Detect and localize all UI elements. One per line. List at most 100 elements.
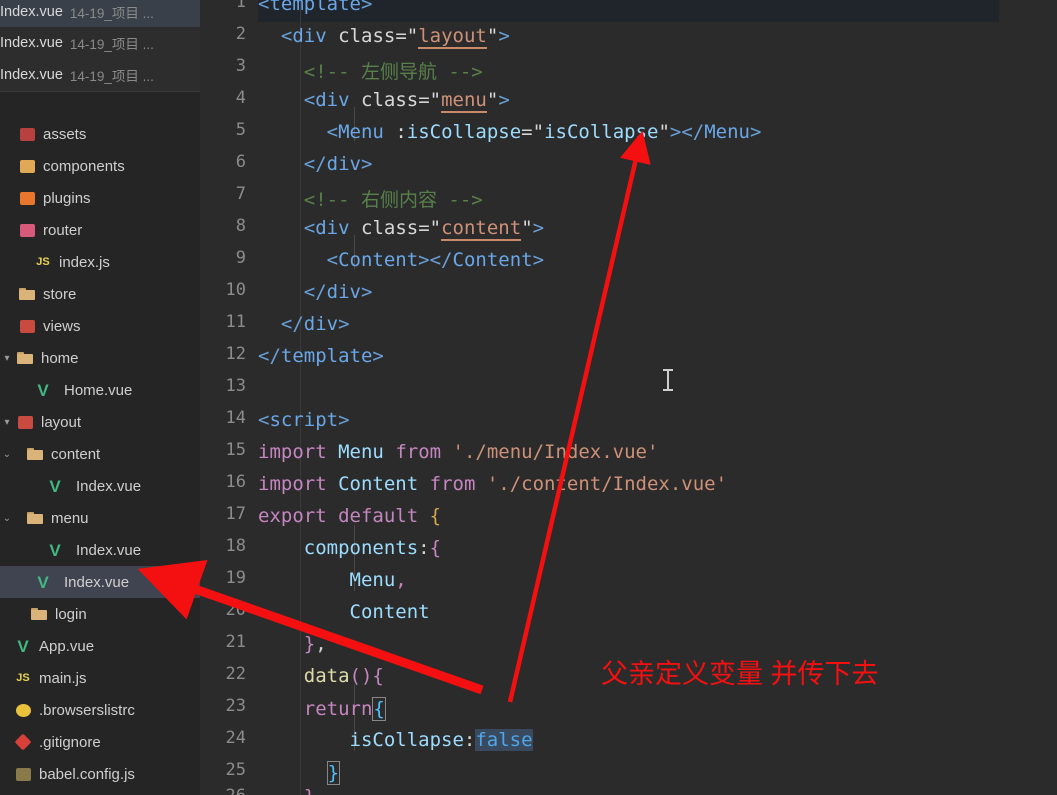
open-tab-path: 14-19_项目 ...: [69, 69, 154, 84]
chevron-down-icon[interactable]: ▾: [0, 353, 14, 364]
tree-item-browserslistrc[interactable]: .browserslistrc: [0, 694, 200, 726]
tree-item-gitignore[interactable]: .gitignore: [0, 726, 200, 758]
tree-item-label: content: [51, 445, 101, 463]
tree-item-app-vue[interactable]: V App.vue: [0, 630, 200, 662]
code-line-8: <div class="content">: [303, 217, 545, 241]
editor-code-area[interactable]: <template> <div class="layout"> <!-- 左侧导…: [258, 0, 1057, 795]
tree-item-label: login: [55, 605, 87, 623]
tree-item-label: store: [43, 285, 77, 303]
tree-item-label: router: [43, 221, 83, 239]
line-number: 16: [225, 472, 246, 492]
line-number: 12: [225, 344, 246, 364]
line-number: 14: [225, 408, 246, 428]
code-line-24: isCollapse:false: [349, 729, 533, 751]
tree-item-store[interactable]: store: [0, 278, 200, 310]
code-line-11: </div>: [280, 313, 350, 335]
tree-item-layout-index-vue[interactable]: V Index.vue: [0, 566, 200, 598]
tree-item-assets[interactable]: assets: [0, 118, 200, 150]
code-line-16: import Content from './content/Index.vue…: [258, 473, 728, 495]
tree-item-home[interactable]: ▾ home: [0, 342, 200, 374]
text-cursor-icon: [663, 369, 673, 391]
tree-item-layout[interactable]: ▾ layout: [0, 406, 200, 438]
line-number: 9: [235, 248, 246, 268]
tree-item-label: .browserslistrc: [39, 701, 135, 719]
tree-item-label: .gitignore: [39, 733, 101, 751]
tree-item-label: Index.vue: [64, 573, 130, 591]
folder-router-icon: [16, 223, 38, 237]
folder-components-icon: [16, 159, 38, 173]
tree-item-home-vue[interactable]: V Home.vue: [0, 374, 200, 406]
code-line-19: Menu,: [349, 569, 407, 591]
chevron-down-icon[interactable]: ⌄: [0, 449, 14, 460]
tree-item-plugins[interactable]: plugins: [0, 182, 200, 214]
line-number: 4: [235, 88, 246, 108]
open-tab-1[interactable]: Index.vue 14-19_项目 ...: [0, 28, 200, 58]
tree-item-menu-index-vue[interactable]: V Index.vue: [0, 534, 200, 566]
tree-item-views[interactable]: views: [0, 310, 200, 342]
tree-item-menu[interactable]: ⌄ menu: [0, 502, 200, 534]
open-editors-tabstrip[interactable]: Index.vue 14-19_项目 ... Index.vue 14-19_项…: [0, 0, 200, 92]
tree-item-label: menu: [51, 509, 89, 527]
line-number: 21: [225, 632, 246, 652]
tree-item-label: components: [43, 157, 125, 175]
folder-icon: [24, 448, 46, 460]
code-line-7: <!-- 右侧内容 -->: [303, 189, 483, 211]
chevron-down-icon[interactable]: ▾: [0, 417, 14, 428]
browserslist-icon: [12, 703, 34, 717]
tree-item-label: main.js: [39, 669, 87, 687]
tree-item-babel-config-js[interactable]: babel.config.js: [0, 758, 200, 790]
tree-item-login[interactable]: login: [0, 598, 200, 630]
line-number: 17: [225, 504, 246, 524]
line-number: 2: [235, 24, 246, 44]
code-line-23: return{: [303, 697, 386, 721]
tree-item-label: App.vue: [39, 637, 95, 655]
code-line-10: </div>: [303, 281, 373, 303]
line-number: 24: [225, 728, 246, 748]
tree-item-content[interactable]: ⌄ content: [0, 438, 200, 470]
file-tree[interactable]: assets components plugins router JS inde…: [0, 118, 200, 790]
line-number: 23: [225, 696, 246, 716]
line-number: 20: [225, 600, 246, 620]
file-explorer-sidebar[interactable]: Index.vue 14-19_项目 ... Index.vue 14-19_项…: [0, 0, 200, 795]
tree-item-label: home: [41, 349, 79, 367]
tree-item-router[interactable]: router: [0, 214, 200, 246]
js-file-icon: JS: [36, 256, 50, 268]
folder-plugins-icon: [16, 191, 38, 205]
code-line-1: <template>: [258, 0, 373, 15]
code-line-14: <script>: [258, 409, 350, 431]
code-line-5: <Menu :isCollapse="isCollapse"></Menu>: [326, 121, 762, 143]
code-editor[interactable]: 1 2 3 4 5 6 7 8 9 10 11 12 13 14 15 16 1…: [142, 0, 1057, 795]
code-line-22: data(){: [303, 665, 384, 687]
folder-layout-icon: [14, 415, 36, 429]
vue-file-icon: V: [37, 572, 49, 592]
open-tab-0[interactable]: Index.vue 14-19_项目 ...: [0, 0, 200, 27]
line-number: 22: [225, 664, 246, 684]
tree-item-main-js[interactable]: JS main.js: [0, 662, 200, 694]
tree-item-label: assets: [43, 125, 87, 143]
open-tab-filename: Index.vue: [0, 67, 63, 83]
line-number: 18: [225, 536, 246, 556]
code-line-25: }: [326, 761, 341, 785]
folder-icon: [24, 512, 46, 524]
code-line-17: export default {: [258, 505, 442, 527]
explorer-spacer: [0, 92, 200, 118]
vue-file-icon: V: [49, 540, 61, 560]
open-tab-filename: Index.vue: [0, 4, 63, 20]
code-line-26: }: [258, 786, 315, 795]
code-line-18: components:{: [303, 537, 442, 559]
open-tab-2[interactable]: Index.vue 14-19_项目 ...: [0, 60, 200, 90]
line-number: 25: [225, 760, 246, 780]
tree-item-label: Home.vue: [64, 381, 133, 399]
code-line-4: <div class="menu">: [303, 89, 510, 113]
tree-item-index-js[interactable]: JS index.js: [0, 246, 200, 278]
vue-file-icon: V: [17, 636, 29, 656]
code-line-21: },: [303, 633, 327, 655]
selected-token[interactable]: false: [475, 729, 533, 751]
chevron-down-icon[interactable]: ⌄: [0, 513, 14, 524]
tree-item-components[interactable]: components: [0, 150, 200, 182]
tree-item-content-index-vue[interactable]: V Index.vue: [0, 470, 200, 502]
open-tab-filename: Index.vue: [0, 35, 63, 51]
tree-item-label: index.js: [59, 253, 110, 271]
line-number: 10: [225, 280, 246, 300]
tree-item-label: layout: [41, 413, 82, 431]
